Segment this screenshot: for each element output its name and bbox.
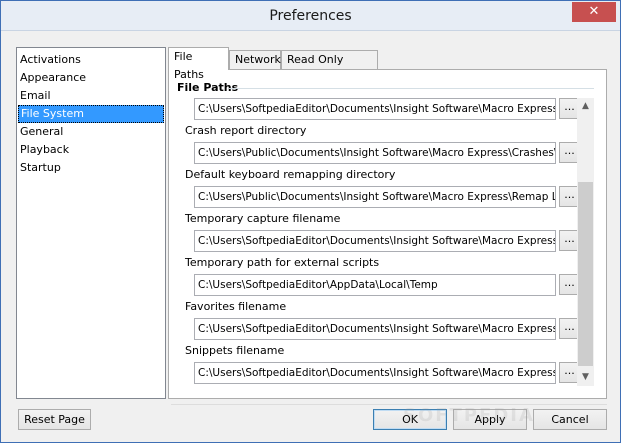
- field-label: Crash report directory: [185, 124, 307, 137]
- path-input[interactable]: C:\Users\SoftpediaEditor\Documents\Insig…: [194, 362, 556, 384]
- path-input[interactable]: C:\Users\SoftpediaEditor\Documents\Insig…: [194, 98, 556, 120]
- field-label: Default keyboard remapping directory: [185, 168, 396, 181]
- preferences-window: Preferences ✕ Activations Appearance Email…: [0, 0, 621, 443]
- category-item-appearance[interactable]: Appearance: [17, 69, 165, 87]
- category-item-playback[interactable]: Playback: [17, 141, 165, 159]
- cancel-button[interactable]: Cancel: [533, 409, 607, 430]
- scrollbar-thumb[interactable]: [578, 182, 593, 366]
- field-label: Favorites filename: [185, 300, 287, 313]
- category-item-email[interactable]: Email: [17, 87, 165, 105]
- path-input[interactable]: C:\Users\SoftpediaEditor\AppData\Local\T…: [194, 274, 556, 296]
- field-label: Temporary capture filename: [185, 212, 341, 225]
- title-bar: Preferences ✕: [1, 1, 620, 31]
- path-input[interactable]: C:\Users\SoftpediaEditor\Documents\Insig…: [194, 318, 556, 340]
- scroll-up-icon[interactable]: ▲: [577, 98, 594, 115]
- tab-network[interactable]: Network: [229, 50, 281, 69]
- bottom-separator: [171, 404, 607, 405]
- path-input[interactable]: C:\Users\SoftpediaEditor\Documents\Insig…: [194, 230, 556, 252]
- category-item-startup[interactable]: Startup: [17, 159, 165, 177]
- file-paths-panel: File Paths C:\Users\SoftpediaEditor\Docu…: [168, 69, 607, 399]
- group-divider: [229, 88, 594, 89]
- path-input[interactable]: C:\Users\Public\Documents\Insight Softwa…: [194, 186, 556, 208]
- category-list: Activations Appearance Email File System Gen…: [16, 47, 166, 399]
- field-label: Temporary path for external scripts: [185, 256, 380, 269]
- vertical-scrollbar[interactable]: ▲ ▼: [577, 98, 594, 386]
- category-item-file-system[interactable]: File System: [18, 105, 164, 123]
- close-icon[interactable]: ✕: [572, 2, 616, 22]
- field-label: Snippets filename: [185, 344, 285, 357]
- watermark: SOFTPEDIA: [403, 405, 535, 426]
- category-item-activations[interactable]: Activations: [17, 51, 165, 69]
- tab-read-only-prompt[interactable]: Read Only Prompt: [281, 50, 378, 84]
- path-input[interactable]: C:\Users\Public\Documents\Insight Softwa…: [194, 142, 556, 164]
- category-item-general[interactable]: General: [17, 123, 165, 141]
- window-title: Preferences: [269, 8, 352, 24]
- paths-scroll-area: C:\Users\SoftpediaEditor\Documents\Insig…: [169, 94, 594, 386]
- scroll-down-icon[interactable]: ▼: [577, 369, 594, 386]
- reset-page-button[interactable]: Reset Page: [18, 409, 91, 430]
- tab-file-paths[interactable]: File Paths: [168, 47, 229, 81]
